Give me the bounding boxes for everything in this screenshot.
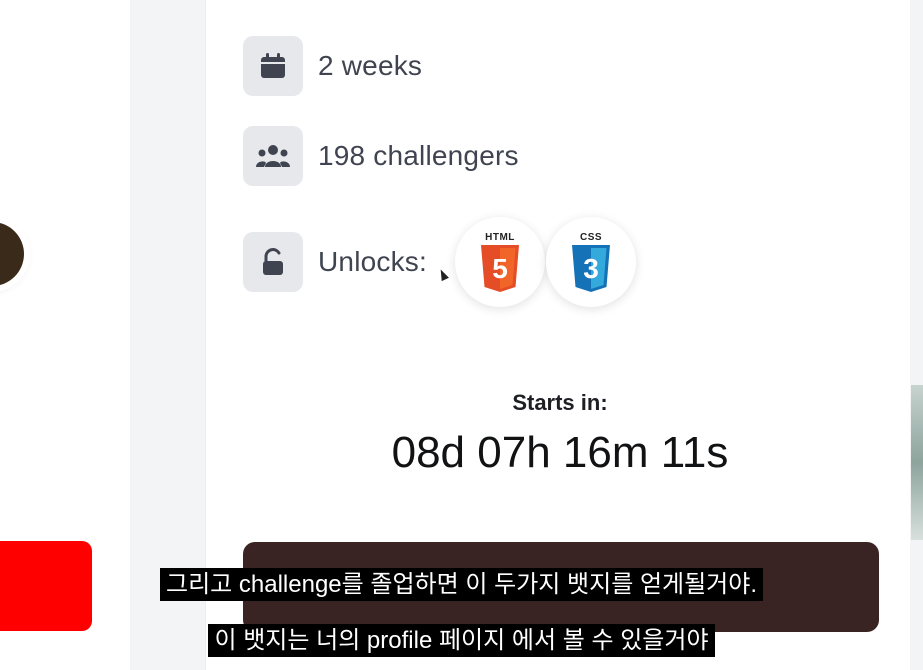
subtitle-line-1: 그리고 challenge를 졸업하면 이 두가지 뱃지를 얻게될거야. bbox=[0, 564, 923, 601]
svg-text:3: 3 bbox=[583, 253, 599, 284]
subtitle-line-2: 이 뱃지는 너의 profile 페이지 에서 볼 수 있을거야 bbox=[0, 620, 923, 657]
css3-badge[interactable]: CSS 3 bbox=[546, 217, 636, 307]
avatar[interactable] bbox=[0, 222, 24, 286]
html5-badge[interactable]: HTML 5 bbox=[455, 217, 545, 307]
svg-text:5: 5 bbox=[492, 253, 508, 284]
unlock-icon bbox=[243, 232, 303, 292]
users-icon bbox=[243, 126, 303, 186]
duration-row: 2 weeks bbox=[243, 36, 422, 96]
countdown-timer: 08d 07h 16m 11s bbox=[391, 428, 729, 477]
starts-in-label: Starts in: bbox=[512, 390, 608, 415]
html5-icon: 5 bbox=[481, 244, 519, 292]
css3-icon: 3 bbox=[572, 244, 610, 292]
duration-text: 2 weeks bbox=[318, 50, 423, 81]
unlocks-label: Unlocks: bbox=[318, 246, 427, 277]
calendar-icon bbox=[243, 36, 303, 96]
challengers-text: 198 challengers bbox=[318, 140, 519, 171]
right-panel-thumbnail bbox=[911, 385, 923, 540]
challengers-row: 198 challengers bbox=[243, 126, 519, 186]
unlocks-row: Unlocks: bbox=[243, 232, 427, 292]
